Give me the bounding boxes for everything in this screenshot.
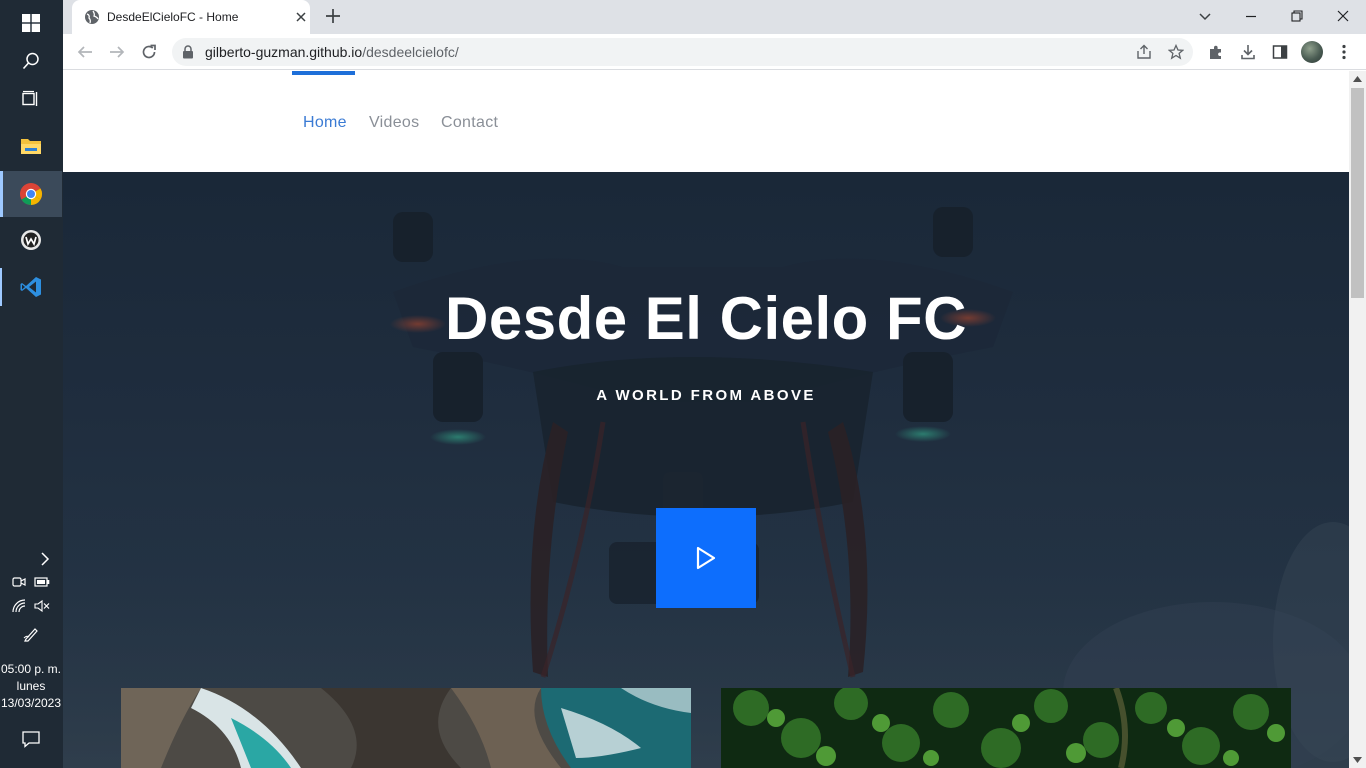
download-icon [1241, 45, 1255, 60]
restore-icon [1291, 10, 1303, 22]
bookmark-star-icon[interactable] [1168, 44, 1184, 60]
file-explorer-button[interactable] [0, 123, 62, 169]
vscode-taskbar-button[interactable] [0, 264, 62, 310]
task-view-icon [22, 90, 38, 106]
windows-start-icon [22, 14, 40, 32]
nav-active-indicator [292, 71, 355, 75]
volume-muted-icon[interactable] [34, 599, 50, 613]
page-scrollbar[interactable] [1349, 71, 1366, 768]
chevron-down-icon [1199, 13, 1211, 21]
search-icon [22, 52, 39, 70]
browser-toolbar: gilberto-guzman.github.io/desdeelcielofc… [63, 34, 1366, 70]
meet-now-icon[interactable] [12, 575, 26, 589]
tray-row-1 [0, 575, 62, 589]
share-icon[interactable] [1136, 44, 1152, 60]
play-video-button[interactable] [656, 508, 756, 608]
notification-center-button[interactable] [0, 716, 62, 762]
tray-row-2 [0, 599, 62, 613]
chevron-right-icon[interactable] [37, 551, 53, 567]
tray-overflow [0, 551, 62, 567]
system-clock[interactable]: 05:00 p. m. lunes 13/03/2023 [0, 661, 62, 712]
tab-search-button[interactable] [1193, 6, 1217, 26]
reload-button[interactable] [139, 42, 159, 62]
scrollbar-thumb[interactable] [1351, 88, 1364, 298]
chrome-taskbar-button[interactable] [0, 171, 62, 217]
battery-icon[interactable] [34, 575, 50, 589]
page-viewport: Home Videos Contact Desde El Cielo FC A … [63, 71, 1349, 768]
address-bar[interactable]: gilberto-guzman.github.io/desdeelcielofc… [172, 38, 1193, 66]
url-text: gilberto-guzman.github.io/desdeelcielofc… [205, 44, 459, 60]
minimize-button[interactable] [1239, 6, 1263, 26]
site-navbar: Home Videos Contact [63, 71, 1349, 172]
clock-date: 13/03/2023 [0, 696, 62, 710]
reload-icon [142, 44, 156, 59]
globe-icon [85, 10, 99, 24]
app-w-taskbar-button[interactable] [0, 217, 62, 263]
hero-section: Desde El Cielo FC A WORLD FROM ABOVE [63, 172, 1349, 768]
vscode-icon [20, 277, 41, 297]
forest-thumbnail-image[interactable] [721, 688, 1291, 768]
kebab-menu-icon [1342, 44, 1346, 60]
forward-button[interactable] [107, 42, 127, 62]
restore-button[interactable] [1285, 6, 1309, 26]
network-icon[interactable] [12, 599, 26, 613]
nav-link-videos[interactable]: Videos [369, 114, 419, 132]
file-explorer-icon [21, 139, 41, 154]
coast-thumbnail-image[interactable] [121, 688, 691, 768]
side-panel-icon [1272, 45, 1288, 59]
app-w-icon [21, 230, 41, 250]
nav-link-home[interactable]: Home [303, 114, 347, 132]
minimize-icon [1246, 15, 1256, 18]
browser-tab-strip: DesdeElCieloFC - Home [63, 0, 1366, 34]
back-arrow-icon [77, 46, 92, 58]
play-icon [696, 546, 716, 570]
downloads-button[interactable] [1238, 42, 1258, 62]
nav-link-contact[interactable]: Contact [441, 114, 498, 132]
pen-icon[interactable] [23, 626, 39, 642]
tray-row-3 [0, 626, 62, 642]
scroll-up-arrow-icon[interactable] [1353, 76, 1362, 82]
scroll-down-arrow-icon[interactable] [1353, 757, 1362, 763]
close-window-button[interactable] [1331, 6, 1355, 26]
url-path: /desdeelcielofc/ [362, 44, 459, 60]
back-button[interactable] [75, 42, 95, 62]
task-view-button[interactable] [0, 76, 62, 122]
clock-time: 05:00 p. m. [0, 662, 62, 676]
extensions-button[interactable] [1206, 42, 1226, 62]
url-host: gilberto-guzman.github.io [205, 44, 363, 60]
chrome-icon [20, 183, 42, 205]
clock-day: lunes [16, 679, 46, 693]
notification-icon [22, 731, 40, 748]
hero-subtitle: A WORLD FROM ABOVE [596, 387, 816, 404]
chrome-menu-button[interactable] [1334, 42, 1354, 62]
lock-icon[interactable] [182, 45, 194, 59]
close-tab-icon[interactable] [294, 10, 308, 24]
forest-aerial-picture [721, 688, 1291, 768]
coast-aerial-picture [121, 688, 691, 768]
new-tab-icon[interactable] [325, 8, 341, 24]
hero-title: Desde El Cielo FC [445, 285, 967, 352]
profile-avatar[interactable] [1301, 41, 1323, 63]
forward-arrow-icon [110, 46, 125, 58]
drone-background-image [63, 207, 1349, 768]
side-panel-button[interactable] [1270, 42, 1290, 62]
tab-title: DesdeElCieloFC - Home [107, 10, 239, 24]
browser-tab-active[interactable]: DesdeElCieloFC - Home [72, 0, 310, 34]
windows-taskbar: 05:00 p. m. lunes 13/03/2023 [0, 0, 63, 768]
puzzle-icon [1210, 45, 1221, 59]
close-icon [1337, 10, 1349, 22]
